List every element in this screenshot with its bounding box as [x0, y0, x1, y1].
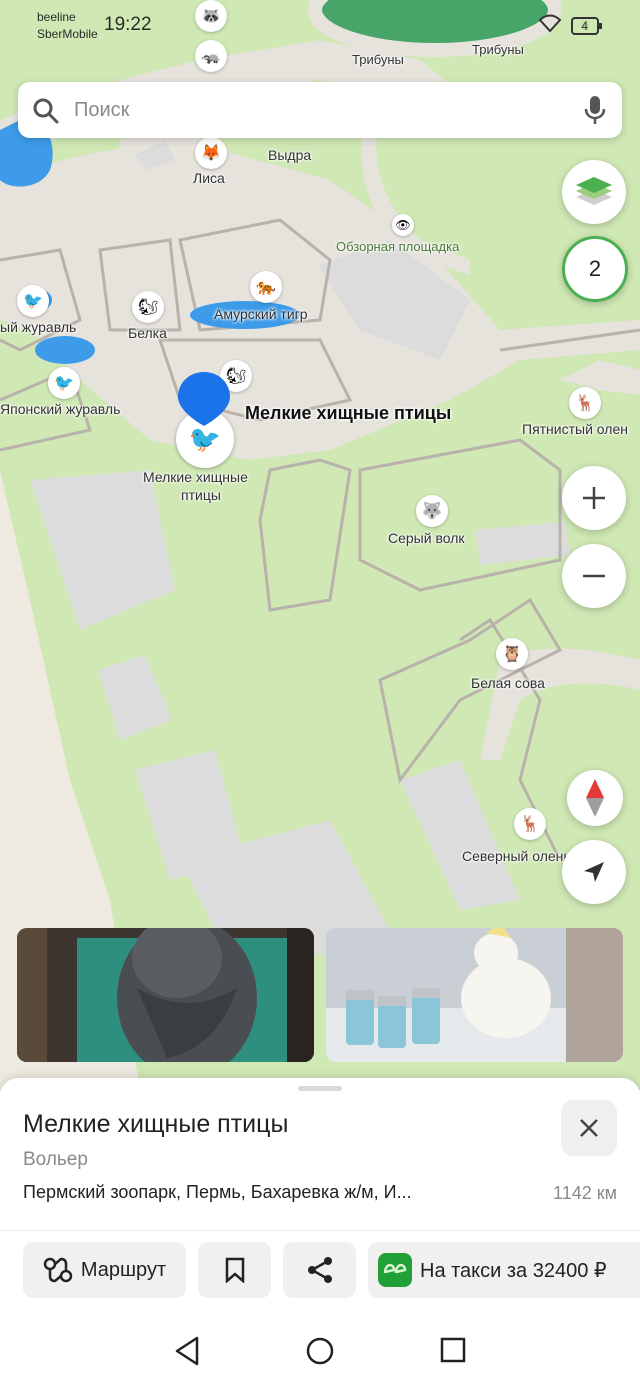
map-label-crane: ый журавль — [0, 319, 77, 335]
poi-deer-icon[interactable]: 🦌 — [569, 387, 601, 419]
map-background — [0, 0, 640, 1090]
map-label-amur-tiger: Амурский тигр — [214, 306, 308, 322]
poi-crane-icon[interactable]: 🐦 — [17, 285, 49, 317]
route-icon — [43, 1257, 73, 1283]
place-distance: 1142 км — [553, 1183, 617, 1203]
floor-level-button[interactable]: 2 — [562, 236, 628, 302]
map-view[interactable]: beeline SberMobile 19:22 4 Поиск Трибуны… — [0, 0, 640, 1090]
compass-icon — [586, 779, 604, 817]
pin-label-line1: Мелкие хищные — [143, 469, 248, 485]
bookmark-icon — [225, 1257, 244, 1283]
location-pin-icon — [178, 372, 230, 426]
map-label-grey-wolf: Серый волк — [388, 530, 465, 546]
poi-crane-icon-2[interactable]: 🐦 — [48, 367, 80, 399]
zoom-in-button[interactable] — [562, 466, 626, 530]
place-title: Мелкие хищные птицы — [23, 1110, 289, 1138]
taxi-button-label: На такси за 32400 ₽ — [420, 1259, 607, 1282]
selected-place-label: Мелкие хищные птицы — [245, 403, 452, 423]
photo-cockatoo[interactable] — [326, 928, 623, 1062]
poi-wolf-icon[interactable]: 🐺 — [416, 495, 448, 527]
compass-button[interactable] — [567, 770, 623, 826]
route-button-label: Маршрут — [80, 1258, 167, 1281]
search-bar[interactable]: Поиск — [18, 82, 622, 138]
close-icon — [580, 1119, 598, 1137]
share-icon — [307, 1257, 332, 1283]
cockatoo-photo-image — [326, 928, 623, 1062]
battery-level: 4 — [581, 18, 588, 33]
taxi-logo-icon — [378, 1253, 412, 1287]
wifi-icon — [538, 14, 562, 37]
status-bar: beeline SberMobile 19:22 4 — [0, 0, 640, 50]
map-label-vydra: Выдра — [268, 147, 312, 163]
sheet-handle[interactable] — [298, 1086, 342, 1091]
map-label-snowy-owl: Белая сова — [471, 675, 545, 691]
navigation-arrow-icon — [584, 862, 604, 882]
taxi-button[interactable]: На такси за 32400 ₽ — [368, 1242, 640, 1298]
home-icon[interactable] — [305, 1336, 335, 1371]
poi-fox-icon[interactable]: 🦊 — [195, 137, 227, 169]
owl-photo-image — [17, 928, 314, 1062]
map-label-reindeer: Северный олень — [462, 848, 571, 864]
map-label-japanese-crane: Японский журавль — [0, 401, 121, 417]
poi-tiger-icon[interactable]: 🐅 — [250, 271, 282, 303]
layers-icon — [576, 177, 612, 205]
map-label-spotted-deer: Пятнистый олен — [522, 421, 628, 437]
search-icon — [32, 97, 60, 130]
map-label-lisa: Лиса — [193, 170, 225, 186]
search-input[interactable]: Поиск — [74, 99, 129, 122]
layers-button[interactable] — [562, 160, 626, 224]
binoculars-icon[interactable]: 👁 — [392, 214, 414, 236]
zoom-out-button[interactable] — [562, 544, 626, 608]
clock: 19:22 — [104, 14, 152, 35]
pin-label-line2: птицы — [181, 487, 221, 503]
close-button[interactable] — [561, 1100, 617, 1156]
map-label-belka: Белка — [128, 325, 167, 341]
poi-squirrel-icon[interactable]: 🐿 — [132, 291, 164, 323]
poi-reindeer-icon[interactable]: 🦌 — [514, 808, 546, 840]
place-address[interactable]: Пермский зоопарк, Пермь, Бахаревка ж/м, … — [23, 1182, 412, 1203]
my-location-button[interactable] — [562, 840, 626, 904]
operator-name-secondary: SberMobile — [37, 27, 98, 41]
back-icon[interactable] — [173, 1336, 201, 1371]
plus-icon — [583, 487, 605, 509]
map-label-viewpoint: Обзорная площадка — [336, 239, 460, 254]
share-button[interactable] — [283, 1242, 356, 1298]
photo-strip[interactable] — [17, 928, 623, 1062]
place-category: Вольер — [23, 1149, 88, 1170]
divider — [0, 1230, 640, 1231]
bookmark-button[interactable] — [198, 1242, 271, 1298]
system-nav-bar — [0, 1322, 640, 1382]
recent-apps-icon[interactable] — [440, 1337, 466, 1368]
minus-icon — [583, 574, 605, 578]
microphone-icon[interactable] — [584, 95, 606, 130]
selected-pin[interactable] — [175, 370, 233, 433]
route-button[interactable]: Маршрут — [23, 1242, 186, 1298]
battery-icon: 4 — [571, 16, 610, 35]
operator-name: beeline — [37, 10, 76, 24]
map-label-tribuny: Трибуны — [352, 52, 404, 67]
poi-owl-icon[interactable]: 🦉 — [496, 638, 528, 670]
photo-owl[interactable] — [17, 928, 314, 1062]
